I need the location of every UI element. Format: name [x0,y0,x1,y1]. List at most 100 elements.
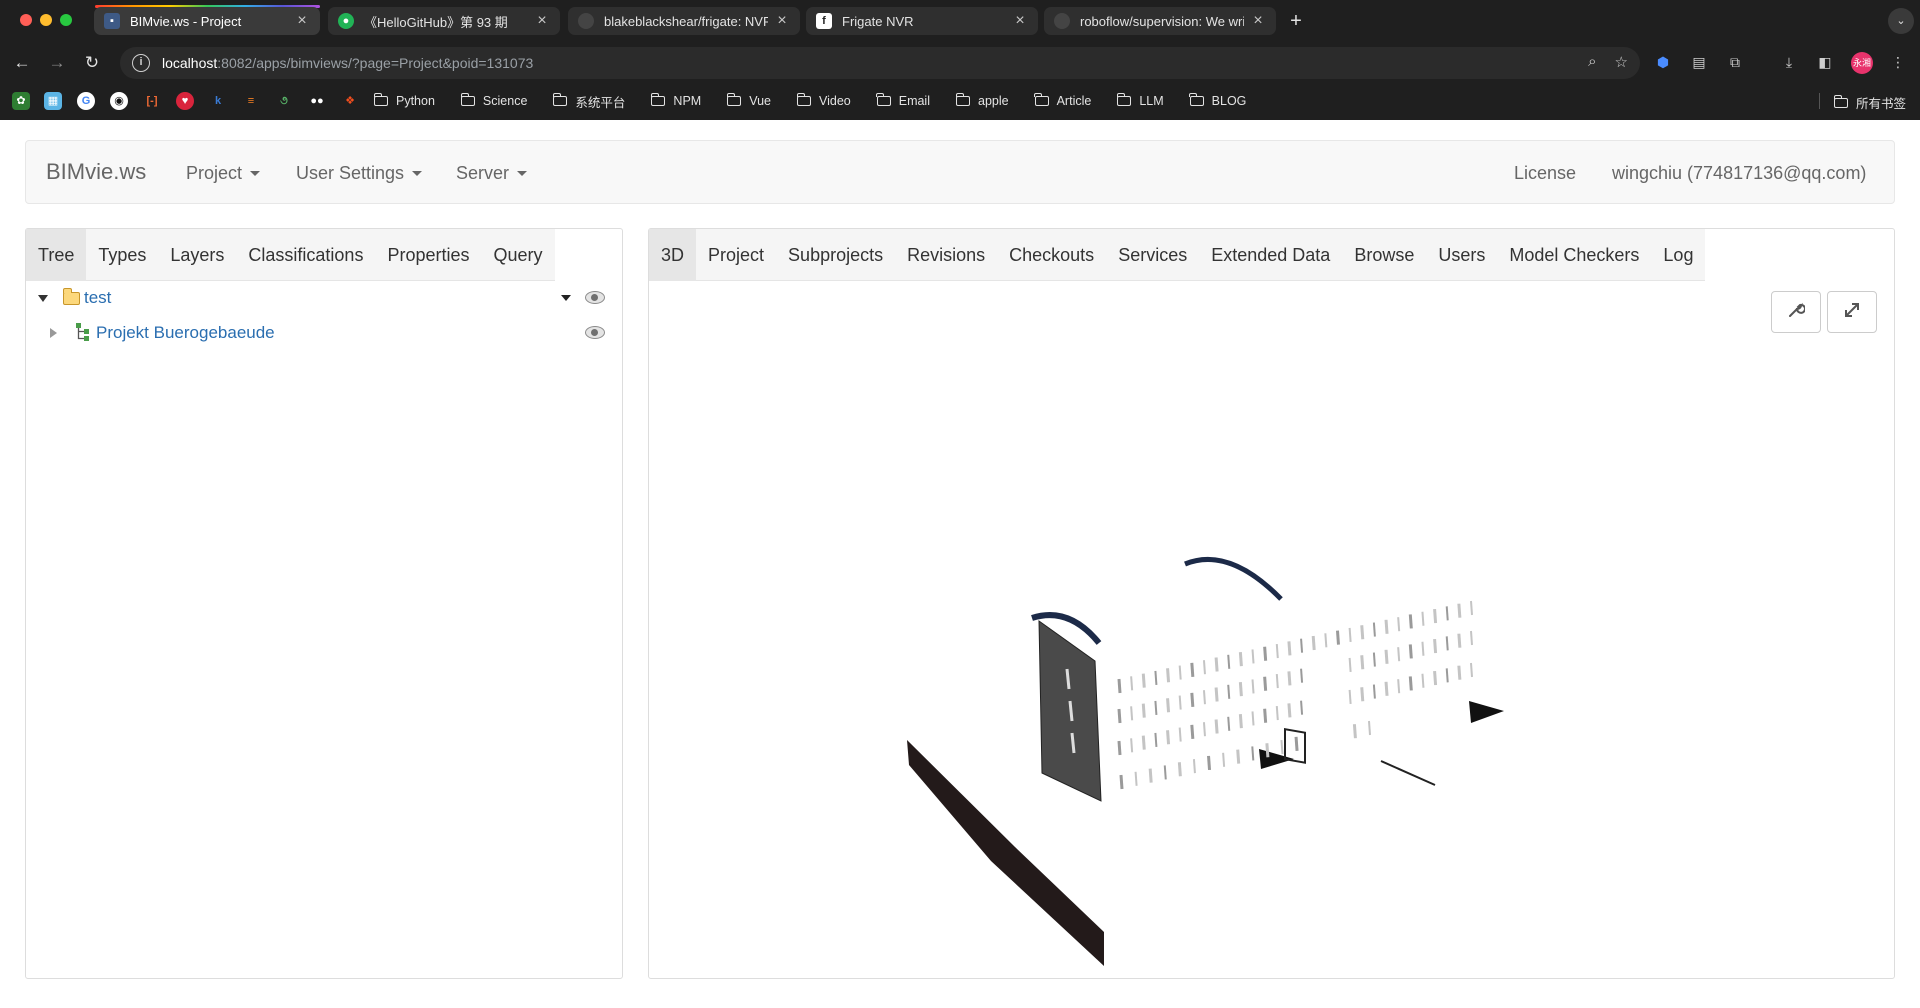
window-mark [1360,625,1365,640]
zoom-icon[interactable]: ⌕ [1588,53,1596,71]
tab-search-button[interactable]: ⌄ [1888,8,1914,34]
medium-icon[interactable]: ●● [308,92,326,110]
close-tab-icon[interactable]: × [534,12,550,30]
download-icon[interactable]: ⤓ [1778,51,1800,73]
window-mark [1287,641,1292,656]
bookmark-folder-llm[interactable]: LLM [1116,93,1164,108]
bookmark-spiral-icon[interactable]: ૭ [275,92,293,110]
node-dropdown-caret-icon[interactable] [561,295,571,301]
bookmark-folder-apple[interactable]: apple [955,93,1009,108]
viewer-settings-button[interactable] [1771,291,1821,333]
extensions-puzzle-icon[interactable]: ⧉ [1724,51,1746,73]
tab-revisions[interactable]: Revisions [895,229,997,281]
tab-tree[interactable]: Tree [26,229,87,281]
window-close-button[interactable] [20,14,32,26]
tab-project[interactable]: Project [696,229,776,281]
tab-checkouts[interactable]: Checkouts [997,229,1106,281]
bookmark-k-icon[interactable]: k [209,92,227,110]
bookmark-folder-vue[interactable]: Vue [726,93,771,108]
bookmark-folder-npm[interactable]: NPM [651,93,701,108]
tab-services[interactable]: Services [1106,229,1199,281]
tab-model-checkers[interactable]: Model Checkers [1497,229,1651,281]
bookmark-folder-article[interactable]: Article [1034,93,1091,108]
github-icon[interactable]: ◉ [110,92,128,110]
window-mark [1141,735,1146,750]
tab-users[interactable]: Users [1426,229,1497,281]
tree-node-test[interactable]: test [26,283,622,313]
browser-tab-bimviews[interactable]: ▪ BIMvie.ws - Project × [94,7,320,35]
fullscreen-button[interactable] [1827,291,1877,333]
site-info-icon[interactable]: i [132,54,150,72]
window-mark [1117,740,1122,756]
brand-logo-text[interactable]: BIMvie.ws [46,159,146,185]
folder-icon [1189,93,1204,106]
tree-node-projekt[interactable]: Projekt Buerogebaeude [26,318,622,348]
stackoverflow-icon[interactable]: ≡ [242,92,260,110]
collapse-arrow-icon[interactable] [38,295,48,302]
close-tab-icon[interactable]: × [1250,12,1266,30]
project-menu[interactable]: Project [186,163,261,184]
bookmark-app-icon[interactable]: ▦ [44,92,62,110]
all-bookmarks-folder[interactable]: 所有书签 [1833,93,1906,112]
tab-properties[interactable]: Properties [375,229,481,281]
tab-classifications[interactable]: Classifications [236,229,375,281]
address-bar[interactable]: i localhost:8082/apps/bimviews/?page=Pro… [120,47,1640,79]
reload-button[interactable]: ↻ [80,51,104,75]
server-menu[interactable]: Server [456,163,528,184]
license-link[interactable]: License [1514,163,1576,184]
bookmark-folder-video[interactable]: Video [796,93,851,108]
close-tab-icon[interactable]: × [774,12,790,30]
bookmark-folder-blog[interactable]: BLOG [1189,93,1246,108]
bookmark-leaf-icon[interactable]: ✿ [12,92,30,110]
user-account-link[interactable]: wingchiu (774817136@qq.com) [1612,163,1866,184]
tree-node-label[interactable]: Projekt Buerogebaeude [96,323,275,343]
window-mark [1470,662,1473,678]
window-mark [1130,706,1134,721]
browser-tab-supervision[interactable]: roboflow/supervision: We writ × [1044,7,1276,35]
tab-subprojects[interactable]: Subprojects [776,229,895,281]
visibility-eye-icon[interactable] [585,326,605,339]
close-tab-icon[interactable]: × [294,12,310,30]
bookmark-folder-system[interactable]: 系统平台 [553,92,625,111]
3d-building-model[interactable] [649,281,1894,978]
tab-query[interactable]: Query [482,229,555,281]
forward-button[interactable]: → [45,51,69,75]
visibility-eye-icon[interactable] [585,291,605,304]
bookmark-folder-science[interactable]: Science [460,93,527,108]
browser-menu-icon[interactable]: ⋮ [1887,51,1909,73]
bookmark-star-icon[interactable]: ☆ [1615,53,1628,71]
bookmark-folder-email[interactable]: Email [876,93,930,108]
browser-toolbar: ← → ↻ i localhost:8082/apps/bimviews/?pa… [0,42,1920,84]
close-tab-icon[interactable]: × [1012,12,1028,30]
window-mark [1433,638,1438,654]
bookmark-pocket-icon[interactable]: ♥ [176,92,194,110]
new-tab-button[interactable]: + [1283,8,1309,34]
window-mark [1178,727,1182,742]
browser-tab-frigate-github[interactable]: blakeblackshear/frigate: NVR × [568,7,800,35]
side-panel-icon[interactable]: ◧ [1814,51,1836,73]
profile-avatar[interactable]: 永湘 [1851,52,1873,74]
figma-icon[interactable]: ❖ [341,92,359,110]
back-button[interactable]: ← [10,51,34,75]
tab-types[interactable]: Types [86,229,158,281]
tab-layers[interactable]: Layers [158,229,236,281]
user-settings-menu[interactable]: User Settings [296,163,423,184]
github-favicon-icon [1054,13,1070,29]
tab-log[interactable]: Log [1651,229,1705,281]
tab-extended-data[interactable]: Extended Data [1199,229,1342,281]
window-minimize-button[interactable] [40,14,52,26]
google-icon[interactable]: G [77,92,95,110]
bookmark-folder-python[interactable]: Python [373,93,435,108]
browser-tab-frigate-nvr[interactable]: f Frigate NVR × [806,7,1038,35]
tab-browse[interactable]: Browse [1342,229,1426,281]
extension-doc-icon[interactable]: ▤ [1688,51,1710,73]
window-mark [1445,606,1449,621]
window-zoom-button[interactable] [60,14,72,26]
bookmark-codeblock-icon[interactable]: [-] [143,92,161,110]
extension-shield-icon[interactable]: ⬢ [1652,51,1674,73]
tree-node-label[interactable]: test [84,288,111,308]
tab-3d[interactable]: 3D [649,229,697,281]
expand-arrow-icon[interactable] [50,328,57,338]
browser-tab-hellogithub[interactable]: ● 《HelloGitHub》第 93 期 × [328,7,560,35]
3d-viewport[interactable] [649,281,1894,978]
